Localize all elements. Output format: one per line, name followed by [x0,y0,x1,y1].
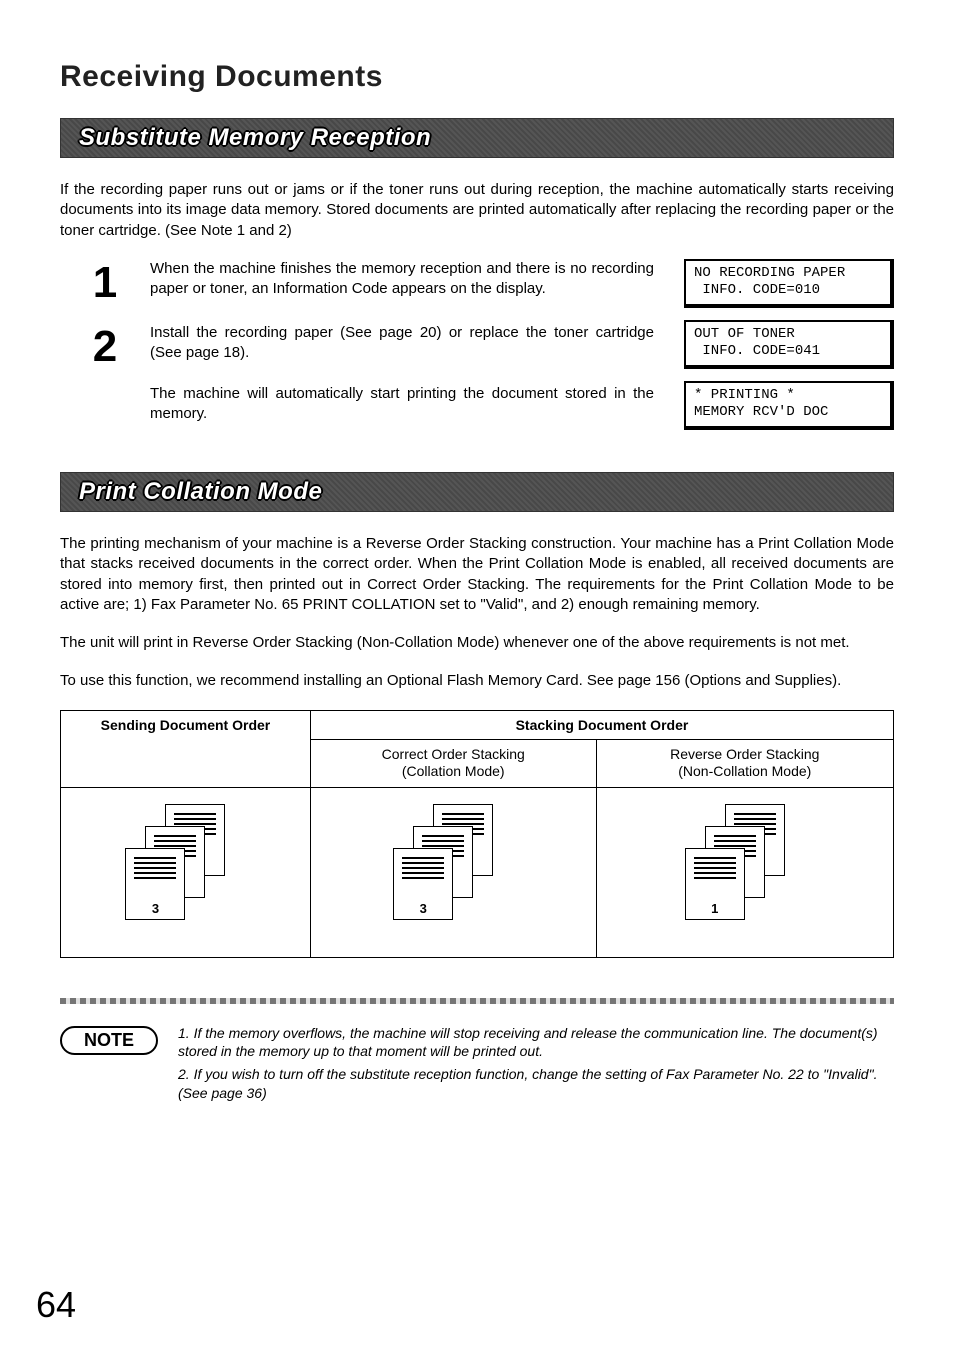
step-2: 2 Install the recording paper (See page … [60,323,674,424]
sheet-lbl: 3 [394,901,452,916]
cell-collation: 1 2 3 [310,787,596,957]
th-noncollation: Reverse Order Stacking (Non-Collation Mo… [596,739,893,787]
step-1-text: When the machine finishes the memory rec… [150,259,674,305]
step-2-text-a: Install the recording paper (See page 20… [150,324,654,361]
lcd-display-2: OUT OF TONER INFO. CODE=041 [684,320,894,369]
divider-bar [60,998,894,1004]
sheet-lbl: 3 [126,901,184,916]
note-block: NOTE 1. If the memory overflows, the mac… [60,1024,894,1108]
note-item-2: 2. If you wish to turn off the substitut… [178,1065,894,1103]
steps-block: 1 When the machine finishes the memory r… [60,259,894,442]
th-collation: Correct Order Stacking (Collation Mode) [310,739,596,787]
section-heading-1-text: Substitute Memory Reception [79,124,431,152]
section-heading-2-text: Print Collation Mode [79,478,322,506]
section-heading-1: Substitute Memory Reception [60,118,894,158]
lcd-display-1: NO RECORDING PAPER INFO. CODE=010 [684,259,894,308]
section2-p3: To use this function, we recommend insta… [60,671,894,691]
note-list: 1. If the memory overflows, the machine … [178,1024,894,1108]
step-1: 1 When the machine finishes the memory r… [60,259,674,305]
stack-collation-icon: 1 2 3 [393,804,513,924]
stack-sending-icon: 1 2 3 [125,804,245,924]
lcd-display-3: * PRINTING * MEMORY RCV'D DOC [684,381,894,430]
section-heading-2: Print Collation Mode [60,472,894,512]
note-label: NOTE [60,1026,158,1055]
cell-noncollation: 3 2 1 [596,787,893,957]
collation-table: Sending Document Order Stacking Document… [60,710,894,958]
cell-sending: 1 2 3 [61,787,311,957]
section2-p2: The unit will print in Reverse Order Sta… [60,633,894,653]
page-title: Receiving Documents [60,60,894,94]
step-1-number: 1 [60,259,150,305]
note-item-1: 1. If the memory overflows, the machine … [178,1024,894,1062]
step-2-text: Install the recording paper (See page 20… [150,323,674,424]
th-sending: Sending Document Order [61,710,311,787]
section2-p1: The printing mechanism of your machine i… [60,534,894,615]
sheet-lbl: 1 [686,901,744,916]
page-number: 64 [36,1284,76,1326]
lcd-column: NO RECORDING PAPER INFO. CODE=010 OUT OF… [684,259,894,442]
section1-intro: If the recording paper runs out or jams … [60,180,894,241]
stack-noncollation-icon: 3 2 1 [685,804,805,924]
step-2-number: 2 [60,323,150,424]
th-stacking: Stacking Document Order [310,710,893,739]
step-2-text-b: The machine will automatically start pri… [150,385,654,422]
